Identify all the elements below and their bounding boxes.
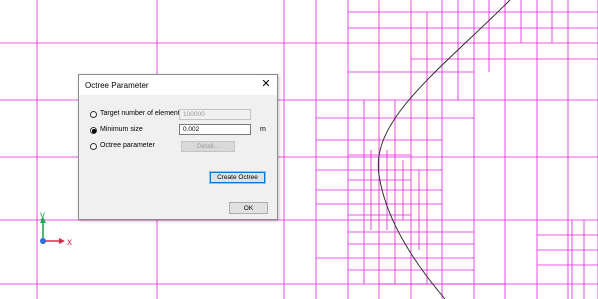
radio-target-number[interactable]	[90, 111, 97, 118]
target-number-field[interactable]: 100000	[179, 109, 251, 120]
target-number-label: Target number of elements	[100, 110, 184, 117]
close-icon[interactable]: ✕	[260, 78, 272, 91]
geometry-curve	[377, 0, 511, 299]
x-axis-arrowhead	[59, 238, 65, 244]
create-octree-button[interactable]: Create Octree	[209, 171, 266, 184]
dialog-title: Octree Parameter	[85, 81, 149, 90]
minimum-size-field[interactable]: 0.002	[179, 124, 251, 135]
dialog-titlebar[interactable]: Octree Parameter ✕	[79, 75, 277, 95]
radio-minimum-size[interactable]	[90, 127, 97, 134]
axis-triad: y x	[40, 210, 72, 248]
x-axis-label: x	[67, 237, 72, 248]
y-axis-label: y	[40, 210, 45, 221]
minimum-size-label: Minimum size	[100, 126, 143, 133]
detail-button[interactable]: Detail...	[181, 141, 235, 152]
octree-parameter-label: Octree parameter	[100, 142, 155, 149]
minimum-size-unit: m	[260, 126, 266, 133]
origin-marker	[40, 238, 46, 244]
ok-button[interactable]: OK	[229, 202, 268, 214]
octree-parameter-dialog: Octree Parameter ✕ Target number of elem…	[78, 74, 278, 220]
radio-octree-parameter[interactable]	[90, 143, 97, 150]
